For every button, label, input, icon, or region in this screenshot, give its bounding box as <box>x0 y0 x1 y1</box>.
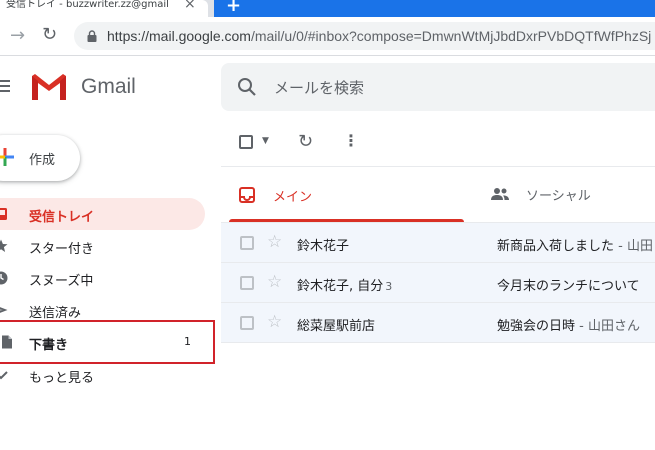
snippet-text: - 山田さん <box>575 319 640 334</box>
browser-toolbar: → ↻ https://mail.google.com/mail/u/0/#in… <box>0 17 655 56</box>
snippet-text: - 山田 <box>614 239 653 254</box>
email-subject: 今月末のランチについて <box>497 275 655 294</box>
email-row[interactable]: ☆ 総菜屋駅前店 勉強会の日時 - 山田さん <box>221 303 655 343</box>
url-text: https://mail.google.com/mail/u/0/#inbox?… <box>107 28 651 44</box>
inbox-icon <box>239 187 255 203</box>
browser-tab-strip: 受信トレイ - buzzwriter.zz@gmail × + <box>0 0 655 17</box>
refresh-icon[interactable]: ↻ <box>298 131 313 152</box>
sidebar-item-starred[interactable]: スター付き <box>0 230 205 262</box>
gmail-logo-icon[interactable] <box>30 72 68 102</box>
inbox-icon <box>0 208 7 220</box>
close-icon[interactable]: × <box>184 0 196 12</box>
row-checkbox[interactable] <box>240 236 254 250</box>
email-sender: 総菜屋駅前店 <box>297 315 377 334</box>
plus-icon <box>0 148 14 166</box>
sidebar-item-inbox[interactable]: 受信トレイ <box>0 198 205 230</box>
email-row[interactable]: ☆ 鈴木花子 新商品入荷しました - 山田 <box>221 223 655 263</box>
sidebar-item-label: もっと見る <box>29 371 95 386</box>
subject-text: 新商品入荷しました <box>497 239 615 254</box>
main-menu-icon[interactable] <box>0 80 10 95</box>
row-checkbox[interactable] <box>240 276 254 290</box>
email-sender: 鈴木花子 <box>297 235 351 254</box>
clock-icon <box>0 271 8 285</box>
sender-name: 鈴木花子, 自分 <box>297 279 384 294</box>
forward-arrow-icon[interactable]: → <box>10 25 25 46</box>
thread-count: 3 <box>385 280 393 293</box>
star-outline-icon[interactable]: ☆ <box>267 232 282 252</box>
sidebar-item-snoozed[interactable]: スヌーズ中 <box>0 262 205 294</box>
compose-button[interactable]: 作成 <box>0 135 80 181</box>
email-sender: 鈴木花子, 自分 3 <box>297 275 392 294</box>
email-row[interactable]: ☆ 鈴木花子, 自分 3 今月末のランチについて <box>221 263 655 303</box>
subject-text: 勉強会の日時 <box>497 319 576 334</box>
email-subject: 勉強会の日時 - 山田さん <box>497 315 655 334</box>
tab-primary-label: メイン <box>273 190 313 205</box>
star-outline-icon[interactable]: ☆ <box>267 272 282 292</box>
email-subject: 新商品入荷しました - 山田 <box>497 235 655 254</box>
sidebar-item-label: スター付き <box>29 242 95 257</box>
tab-primary[interactable]: メイン <box>229 167 464 222</box>
new-tab-area <box>214 0 655 17</box>
gmail-logo-text: Gmail <box>81 75 136 98</box>
url-host: https://mail.google.com <box>107 28 251 44</box>
address-bar[interactable]: https://mail.google.com/mail/u/0/#inbox?… <box>74 22 655 50</box>
sidebar-item-label: 受信トレイ <box>29 210 95 225</box>
reload-icon[interactable]: ↻ <box>42 24 57 45</box>
star-outline-icon[interactable]: ☆ <box>267 312 282 332</box>
search-bar[interactable]: メールを検索 <box>221 63 655 111</box>
subject-text: 今月末のランチについて <box>497 279 640 294</box>
more-options-icon[interactable]: ⋮ <box>343 131 359 150</box>
compose-label: 作成 <box>29 153 56 168</box>
tab-social-label: ソーシャル <box>526 189 591 204</box>
new-tab-plus-icon[interactable]: + <box>226 0 241 16</box>
chevron-down-icon <box>0 371 8 380</box>
sender-name: 総菜屋駅前店 <box>297 319 376 334</box>
browser-tab[interactable]: 受信トレイ - buzzwriter.zz@gmail × <box>0 0 208 17</box>
url-path: /mail/u/0/#inbox?compose=DmwnWtMjJbdDxrP… <box>250 28 652 44</box>
tab-social[interactable]: ソーシャル <box>480 167 655 222</box>
people-icon <box>491 188 509 200</box>
lock-icon <box>87 30 97 42</box>
select-dropdown-icon[interactable]: ▼ <box>262 136 269 146</box>
browser-tab-title: 受信トレイ - buzzwriter.zz@gmail <box>6 0 169 10</box>
sender-name: 鈴木花子 <box>297 239 350 254</box>
star-icon <box>0 239 8 252</box>
select-all-checkbox[interactable] <box>239 135 253 149</box>
drafts-highlight-box <box>0 320 215 364</box>
sidebar-item-label: 送信済み <box>29 306 82 321</box>
search-input[interactable]: メールを検索 <box>274 77 364 98</box>
send-icon <box>0 307 8 313</box>
search-icon[interactable] <box>237 77 257 97</box>
sidebar-item-label: スヌーズ中 <box>29 274 94 289</box>
row-checkbox[interactable] <box>240 316 254 330</box>
